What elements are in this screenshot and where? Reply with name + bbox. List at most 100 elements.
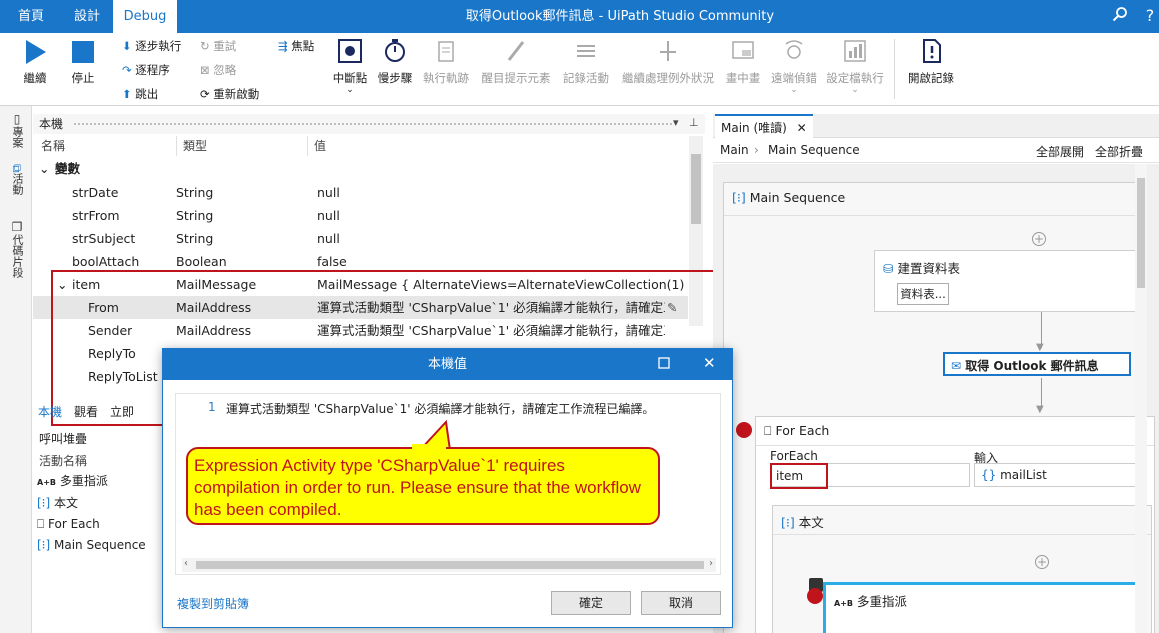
call-stack-item-label: 多重指派	[59, 474, 108, 488]
window-title: 取得Outlook郵件訊息 - UiPath Studio Community	[465, 9, 775, 24]
title-bar: 首頁 設計 Debug 取得Outlook郵件訊息 - UiPath Studi…	[0, 0, 1159, 33]
play-icon	[26, 40, 46, 64]
step-out-icon: ⬆	[122, 87, 132, 101]
slow-step-button[interactable]: 慢步驟	[374, 38, 416, 86]
list-item[interactable]: ⎕ For Each	[37, 514, 100, 535]
column-header-name[interactable]: 名稱	[41, 136, 65, 156]
profile-execution-label: 設定檔執行	[826, 71, 884, 85]
stop-button[interactable]: 停止	[62, 38, 104, 86]
activities-icon: ⧉	[10, 164, 24, 173]
panel-drag-handle[interactable]	[73, 122, 673, 126]
call-stack-item-label: Main Sequence	[54, 538, 146, 552]
assign-icon: A+B	[37, 478, 56, 487]
bar-chart-icon	[844, 40, 866, 62]
dialog-title-bar[interactable]: 本機值	[163, 349, 732, 380]
stopwatch-icon	[385, 39, 405, 62]
get-outlook-title: ✉ 取得 Outlook 郵件訊息	[951, 357, 1099, 374]
tab-main[interactable]: Main (唯讀) ✕	[715, 114, 813, 138]
sequence-icon: [⁝]	[37, 496, 51, 510]
row-value: null	[317, 231, 340, 246]
maximize-icon[interactable]	[657, 356, 673, 372]
step-over-button[interactable]: ↷ 逐程序	[122, 61, 170, 79]
table-row[interactable]: strFrom String null	[33, 204, 688, 227]
add-activity-icon[interactable]: +	[1035, 555, 1049, 569]
profile-execution-button[interactable]: 設定檔執行 ⌄	[824, 38, 886, 95]
tab-debug[interactable]: Debug	[113, 0, 177, 33]
collapse-all-button[interactable]: 全部折疊	[1095, 143, 1143, 160]
multiple-assign-activity[interactable]: A+B 多重指派	[823, 582, 1143, 633]
variables-group-row[interactable]: ⌄ 變數	[33, 157, 688, 180]
highlight-elements-button[interactable]: 醒目提示元素	[478, 38, 554, 86]
call-stack-item-label: 本文	[54, 496, 79, 510]
horizontal-scrollbar[interactable]: ‹ ›	[182, 558, 716, 572]
picture-in-picture-button[interactable]: 畫中畫	[722, 38, 764, 86]
chevron-left-icon[interactable]: ‹	[184, 558, 188, 569]
tab-watch[interactable]: 觀看	[74, 403, 98, 420]
help-icon[interactable]: ?	[1140, 6, 1159, 26]
focus-label: 焦點	[291, 39, 315, 53]
continue-button[interactable]: 繼續	[14, 38, 56, 86]
chevron-down-icon[interactable]: ⌄	[39, 157, 49, 180]
column-header-value[interactable]: 值	[307, 136, 326, 156]
add-activity-icon[interactable]: +	[1032, 232, 1046, 246]
open-logs-button[interactable]: 開啟記錄	[904, 38, 958, 86]
breakpoints-button[interactable]: 中斷點 ⌄	[330, 38, 370, 95]
tab-locals[interactable]: 本機	[38, 403, 62, 420]
pen-icon	[507, 41, 525, 61]
table-row[interactable]: strDate String null	[33, 181, 688, 204]
foreach-icon: ⎕	[764, 423, 772, 438]
execution-trail-button[interactable]: 執行軌跡	[420, 38, 472, 86]
step-into-button[interactable]: ⬇ 逐步執行	[122, 37, 181, 55]
breakpoint-dot[interactable]	[807, 588, 823, 604]
sidebar-item-activities[interactable]: ⧉活動	[9, 164, 25, 195]
dropdown-icon[interactable]: ▾	[673, 116, 679, 129]
continue-label: 繼續	[23, 71, 47, 85]
input-field[interactable]: {} mailList	[974, 463, 1146, 487]
scrollbar-thumb[interactable]	[1137, 178, 1145, 288]
list-item[interactable]: A+B 多重指派	[37, 471, 108, 492]
search-icon[interactable]	[1110, 6, 1130, 26]
datatable-button[interactable]: 資料表...	[897, 283, 949, 305]
tab-design[interactable]: 設計	[62, 0, 112, 33]
close-icon[interactable]: ✕	[703, 354, 719, 372]
column-header-type[interactable]: 類型	[176, 136, 207, 156]
scrollbar-thumb[interactable]	[196, 561, 704, 569]
breadcrumb-main-sequence[interactable]: Main Sequence	[768, 143, 860, 157]
foreach-item-value[interactable]: item	[770, 463, 828, 489]
build-datatable-activity[interactable]: ⛁ 建置資料表 資料表...	[874, 250, 1144, 312]
body-label: 本文	[798, 515, 824, 530]
table-row[interactable]: strSubject String null	[33, 227, 688, 250]
row-name: strFrom	[72, 208, 120, 223]
row-type: String	[176, 185, 214, 200]
get-outlook-activity[interactable]: ✉ 取得 Outlook 郵件訊息	[943, 352, 1131, 376]
restart-button[interactable]: ⟳ 重新啟動	[200, 85, 259, 103]
column-header-activity-name[interactable]: 活動名稱	[39, 452, 87, 469]
step-out-button[interactable]: ⬆ 跳出	[122, 85, 158, 103]
close-icon[interactable]: ✕	[797, 121, 807, 135]
list-icon	[577, 45, 595, 57]
focus-button[interactable]: ⇶ 焦點	[278, 37, 314, 55]
ignore-button[interactable]: ⊠ 忽略	[200, 61, 236, 79]
pin-icon[interactable]: ⊥	[689, 116, 699, 129]
build-datatable-label: 建置資料表	[897, 261, 960, 276]
retry-icon: ↻	[200, 39, 210, 53]
cancel-button[interactable]: 取消	[641, 591, 721, 615]
chevron-right-icon[interactable]: ›	[709, 558, 713, 569]
log-activities-button[interactable]: 記錄活動	[560, 38, 612, 86]
retry-button[interactable]: ↻ 重試	[200, 37, 236, 55]
remote-debug-button[interactable]: 遠端偵錯 ⌄	[768, 38, 820, 95]
continue-on-exception-button[interactable]: 繼續處理例外狀況	[618, 38, 718, 86]
copy-to-clipboard-link[interactable]: 複製到剪貼簿	[177, 595, 249, 612]
tab-immediate[interactable]: 立即	[110, 403, 134, 420]
list-item[interactable]: [⁝] Main Sequence	[37, 535, 146, 556]
list-item[interactable]: [⁝] 本文	[37, 493, 78, 514]
sidebar-item-snippets[interactable]: ❐代碼片段	[9, 220, 25, 278]
ok-button[interactable]: 確定	[551, 591, 631, 615]
scrollbar-thumb[interactable]	[691, 154, 701, 224]
tab-home[interactable]: 首頁	[6, 0, 56, 33]
breadcrumb-main[interactable]: Main	[720, 143, 749, 157]
assign-icon: A+B	[834, 599, 853, 608]
designer-scrollbar[interactable]	[1135, 164, 1147, 633]
sidebar-item-project[interactable]: ▯專案	[9, 112, 25, 148]
expand-all-button[interactable]: 全部展開	[1036, 143, 1084, 160]
